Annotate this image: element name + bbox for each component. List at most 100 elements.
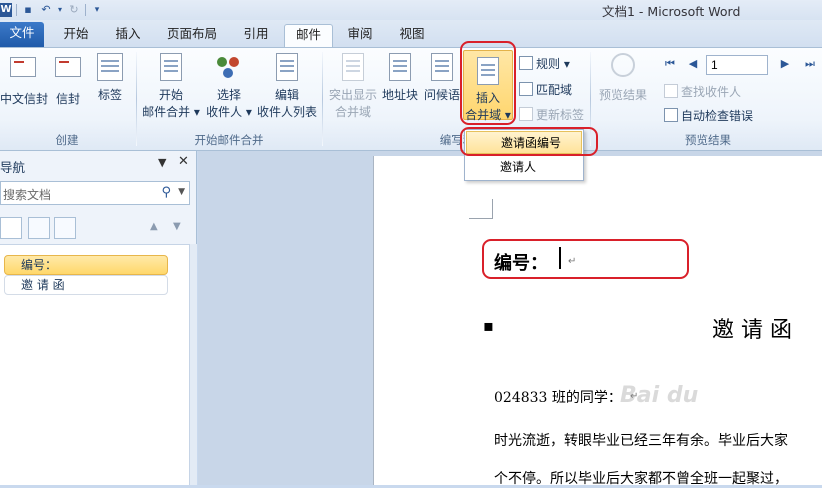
address-block-icon [386,53,414,83]
find-recipient-button[interactable]: 查找收件人 [664,81,741,101]
previous-heading-icon[interactable]: ▲ [150,221,158,232]
page-corner-mark [469,199,493,219]
search-icon[interactable]: ⚲ [161,185,171,200]
greeting-line-label: 问候语 [423,88,460,102]
ribbon: 中文信封 信封 标签 创建 开始 邮件合并 ▾ 选择 收件人 ▾ 编辑 收件人列… [0,41,822,151]
envelopes-label: 信封 [55,92,80,106]
insert-merge-field-line1: 插入 [475,91,500,105]
find-recipient-icon [664,84,678,98]
tab-headings-view[interactable] [0,217,22,239]
record-number-input[interactable] [706,55,768,75]
tab-view[interactable]: 视图 [392,24,432,47]
start-mail-merge-line2: 邮件合并 ▾ [142,105,200,119]
last-record-icon[interactable]: ⏭ [804,58,816,70]
word-app-icon[interactable]: W [0,3,12,17]
search-options-icon[interactable]: ▼ [178,187,185,197]
navigation-pane: 导航 ▼ ✕ 搜索文档 ⚲ ▼ ▲ ▼ 编号： 邀 请 函 [0,151,197,485]
edit-recipient-list-line2: 收件人列表 [256,105,317,119]
update-labels-label: 更新标签 [536,107,585,122]
tab-results-view[interactable] [54,217,76,239]
match-fields-icon [519,82,533,96]
first-record-icon[interactable]: ⏮ [664,58,676,70]
auto-check-errors-label: 自动检查错误 [681,108,754,123]
auto-check-errors-icon [664,108,678,122]
dropdown-item-invitation-number[interactable]: 邀请函编号 [466,131,582,154]
insert-merge-field-line2: 合并域 ▾ [465,108,511,122]
preview-results-button[interactable]: 预览结果 [596,51,650,125]
window-title: 文档1 - Microsoft Word [602,4,741,19]
nav-heading-invitation[interactable]: 邀 请 函 [4,275,168,295]
rules-label: 规则 ▾ [536,56,570,71]
labels-icon [96,53,124,83]
close-icon[interactable]: ✕ [178,154,189,169]
ribbon-tab-row: 文件 开始 插入 页面布局 引用 邮件 审阅 视图 [0,20,822,47]
undo-dropdown-icon[interactable]: ▾ [57,3,63,17]
group-separator [136,52,137,146]
quick-access-toolbar: W ▪ ↶ ▾ ↻ ▾ [0,2,104,18]
preview-results-label: 预览结果 [598,88,647,102]
dropdown-item-inviter[interactable]: 邀请人 [466,156,582,179]
envelope-icon [54,57,82,87]
tab-page-layout[interactable]: 页面布局 [160,24,224,47]
next-record-icon[interactable]: ▶ [779,58,791,70]
tab-review[interactable]: 审阅 [340,24,380,47]
greeting-line-icon [428,53,456,83]
paragraph-mark-icon: ↵ [568,256,577,267]
group-separator [590,52,591,146]
update-labels-icon [519,107,533,121]
insert-merge-field-dropdown: 邀请函编号 邀请人 [464,129,584,181]
start-mail-merge-button[interactable]: 开始 邮件合并 ▾ [140,51,202,125]
labels-button[interactable]: 标签 [92,51,128,125]
envelopes-button[interactable]: 信封 [50,51,86,125]
customize-qat-icon[interactable]: ▾ [90,3,104,17]
text-cursor [559,247,561,269]
auto-check-errors-button[interactable]: 自动检查错误 [664,105,753,125]
nav-heading-number[interactable]: 编号： [4,255,168,275]
tab-home[interactable]: 开始 [56,24,96,47]
highlight-merge-fields-line2: 合并域 [334,105,371,119]
salutation-line: 024833 班的同学： [494,390,622,406]
address-block-button[interactable]: 地址块 [381,51,419,125]
qat-separator [16,4,17,16]
match-fields-button[interactable]: 匹配域 [519,79,572,99]
preview-results-icon [609,53,637,83]
select-recipients-button[interactable]: 选择 收件人 ▾ [204,51,254,125]
find-recipient-label: 查找收件人 [681,84,742,99]
rules-icon [519,56,533,70]
body-line-1: 时光流逝，转眼毕业已经三年有余。毕业后大家 [494,433,788,449]
tab-mailings[interactable]: 邮件 [284,24,333,47]
qat-separator [85,4,86,16]
next-heading-icon[interactable]: ▼ [173,221,181,232]
tab-insert[interactable]: 插入 [108,24,148,47]
greeting-line-button[interactable]: 问候语 [422,51,462,125]
insert-merge-field-button[interactable]: 插入 合并域 ▾ [463,50,513,122]
tab-file[interactable]: 文件 [0,22,44,47]
group-label-start-mail-merge: 开始邮件合并 [194,133,264,147]
update-labels-button[interactable]: 更新标签 [519,104,584,124]
title-bar: W ▪ ↶ ▾ ↻ ▾ 文档1 - Microsoft Word [0,0,822,20]
select-recipients-line2: 收件人 ▾ [206,105,252,119]
watermark: Bai du [620,383,699,408]
previous-record-icon[interactable]: ◀ [687,58,699,70]
redo-icon[interactable]: ↻ [67,3,81,17]
nav-headings-list: 编号： 邀 请 函 [0,244,190,485]
highlight-fields-icon [339,53,367,83]
pane-options-icon[interactable]: ▼ [158,156,166,169]
edit-recipient-list-button[interactable]: 编辑 收件人列表 [256,51,318,125]
rules-button[interactable]: 规则 ▾ [519,53,570,73]
recipients-icon [215,53,243,83]
group-label-preview-results: 预览结果 [685,133,731,147]
save-icon[interactable]: ▪ [21,3,35,17]
labels-label: 标签 [97,88,122,102]
tab-pages-view[interactable] [28,217,50,239]
highlight-merge-fields-button[interactable]: 突出显示 合并域 [326,51,380,125]
number-label: 编号： [494,253,548,274]
tab-references[interactable]: 引用 [236,24,276,47]
nav-pane-scrollbar[interactable] [190,244,197,485]
document-heading: 邀 请 函 [712,318,792,343]
chinese-envelope-button[interactable]: 中文信封 [0,51,48,125]
undo-icon[interactable]: ↶ [39,3,53,17]
chinese-envelope-icon [9,57,37,87]
edit-list-icon [273,53,301,83]
nav-search-box[interactable]: 搜索文档 ⚲ ▼ [0,181,190,205]
